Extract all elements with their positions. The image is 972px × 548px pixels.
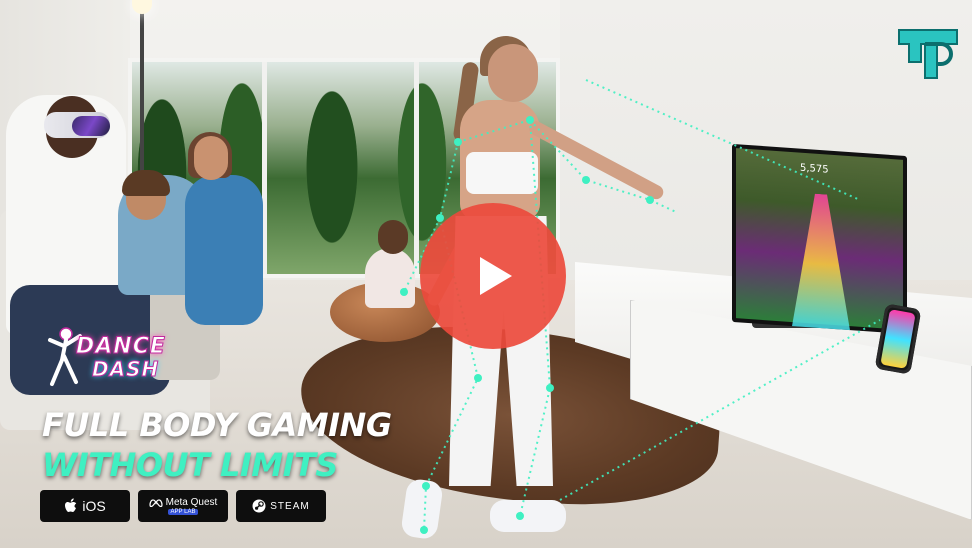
app-lab-label: APP LAB <box>167 509 199 515</box>
game-logo-line1: DANCE <box>76 334 166 360</box>
video-thumbnail[interactable]: 5,575 DANCE DASH FULL BODY GAMING WITHOU… <box>0 0 972 548</box>
dance-dash-logo: DANCE DASH <box>46 326 166 392</box>
meta-icon <box>149 498 163 507</box>
meta-quest-label: Meta Quest <box>165 497 218 508</box>
ios-label: iOS <box>82 498 106 514</box>
game-logo-line2: DASH <box>91 357 160 382</box>
steam-label: STEAM <box>270 500 310 512</box>
steam-icon <box>252 499 266 513</box>
play-icon <box>480 257 512 295</box>
headline-line2: WITHOUT LIMITS <box>42 446 338 484</box>
play-button[interactable] <box>420 203 566 349</box>
meta-quest-badge: Meta Quest APP LAB <box>138 490 228 522</box>
tp-logo-icon <box>898 29 958 79</box>
meta-row: Meta Quest <box>149 497 218 508</box>
steam-badge: STEAM <box>236 490 326 522</box>
apple-icon <box>65 498 77 512</box>
headline-line1: FULL BODY GAMING <box>42 406 392 444</box>
ios-badge: iOS <box>40 490 130 522</box>
